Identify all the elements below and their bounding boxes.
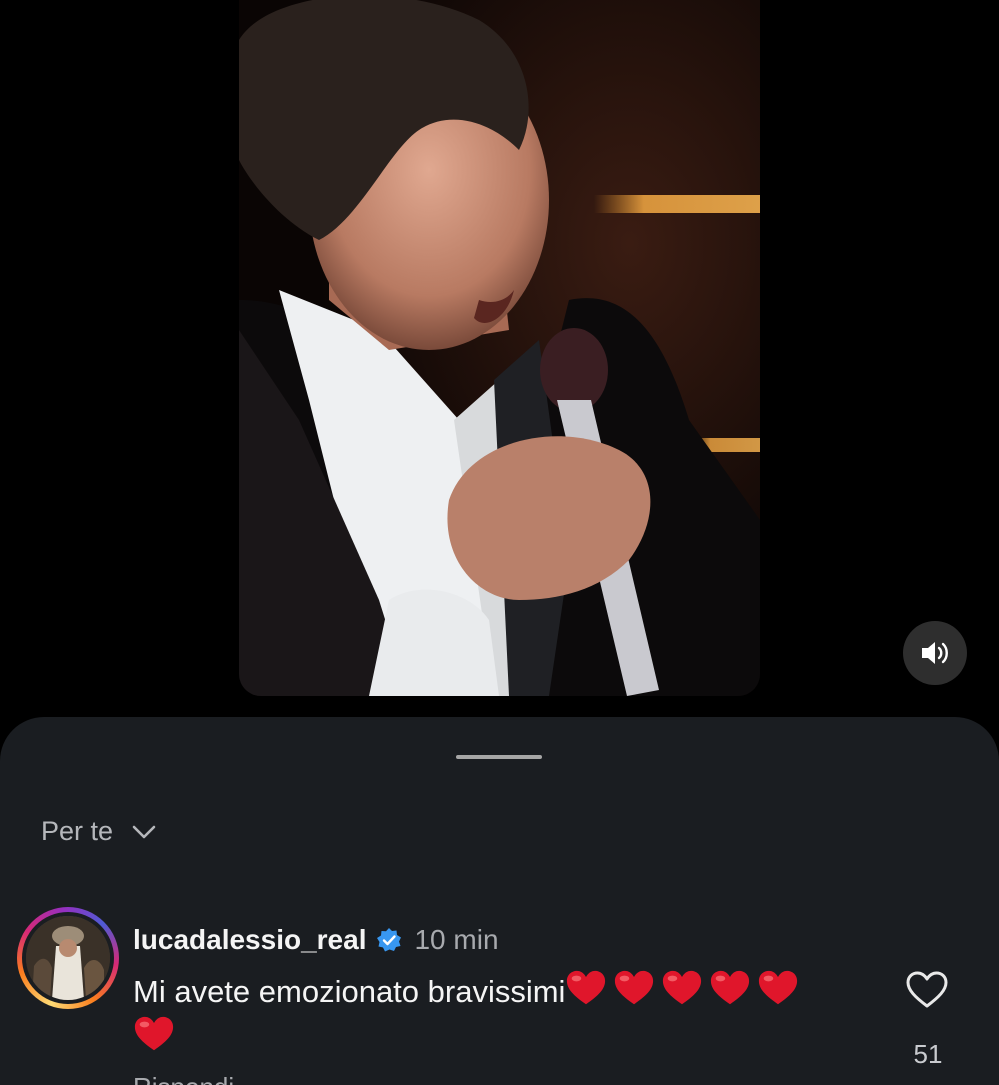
reel-comments-screen: Per te lucadalessio_real 10 min Mi avete… xyxy=(0,0,999,1085)
comment-text: Mi avete emozionato bravissimi xyxy=(133,974,566,1009)
red-heart-icon xyxy=(134,1016,174,1051)
reply-button[interactable]: Rispondi xyxy=(133,1072,234,1085)
speaker-on-icon xyxy=(922,642,948,664)
comment-item: lucadalessio_real 10 min Mi avete emozio… xyxy=(0,902,999,1085)
verified-badge-icon xyxy=(377,928,402,952)
chevron-down-icon xyxy=(132,825,156,838)
sheet-drag-handle[interactable] xyxy=(456,755,542,759)
comments-filter-dropdown[interactable]: Per te xyxy=(41,816,157,847)
red-heart-icon xyxy=(663,970,702,1005)
avatar-image xyxy=(26,916,110,1000)
comment-body: Mi avete emozionato bravissimi xyxy=(133,968,853,1060)
comment-header: lucadalessio_real 10 min xyxy=(133,924,499,956)
red-heart-icon xyxy=(759,970,798,1005)
comment-username[interactable]: lucadalessio_real xyxy=(133,924,366,956)
filter-label: Per te xyxy=(41,816,114,846)
comments-sheet: Per te lucadalessio_real 10 min Mi avete… xyxy=(0,717,999,1085)
reel-video[interactable] xyxy=(239,0,760,696)
avatar xyxy=(26,916,110,1000)
mute-toggle-button[interactable] xyxy=(903,621,967,685)
video-frame xyxy=(239,0,760,696)
like-comment-button[interactable] xyxy=(905,970,949,1012)
like-count: 51 xyxy=(913,1039,943,1069)
red-heart-icon xyxy=(711,970,750,1005)
red-heart-icon xyxy=(615,970,654,1005)
story-ring[interactable] xyxy=(17,907,119,1009)
comment-timestamp: 10 min xyxy=(414,924,499,955)
heart-outline-icon xyxy=(906,971,948,1008)
red-heart-icon xyxy=(567,970,606,1005)
